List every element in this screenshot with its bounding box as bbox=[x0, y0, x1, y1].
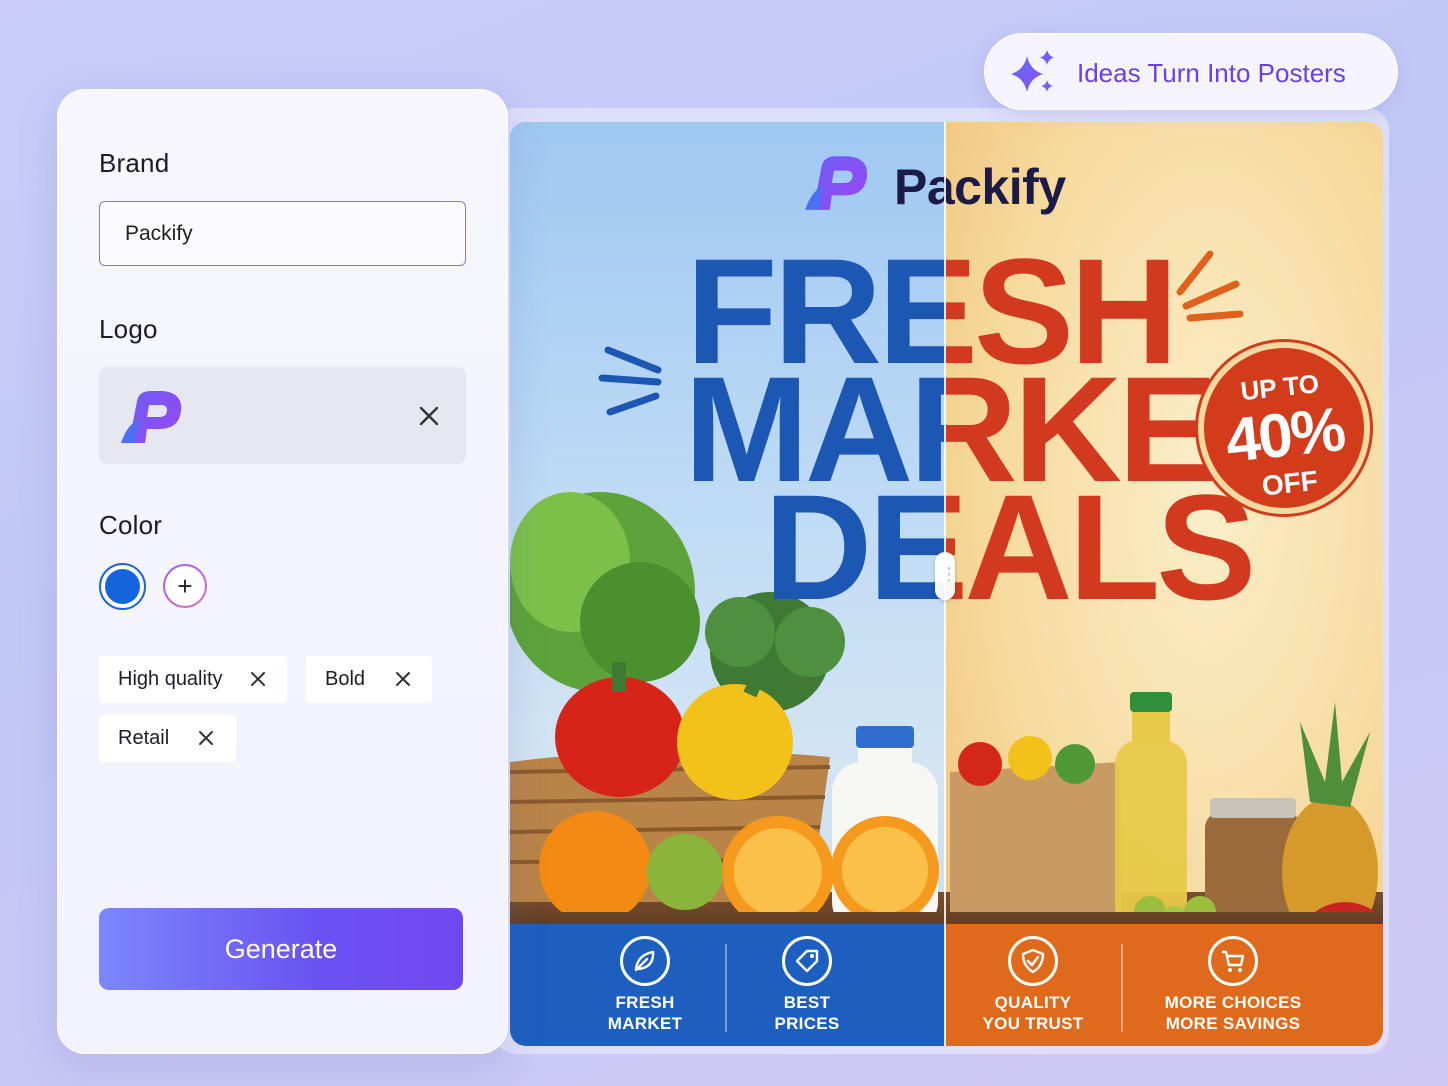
feature-line-2: MARKET bbox=[607, 1014, 683, 1033]
footer-divider bbox=[725, 944, 727, 1032]
tag-label: Retail bbox=[118, 727, 170, 749]
logo-label: Logo bbox=[99, 314, 158, 344]
remove-logo-icon[interactable] bbox=[414, 401, 444, 431]
poster-footer-orange: QUALITY YOU TRUST MORE CHOICES MORE SAVI… bbox=[945, 924, 1383, 1046]
remove-tag-icon[interactable] bbox=[249, 670, 267, 688]
poster-footer-blue: FRESH MARKET BEST PRICES bbox=[510, 924, 945, 1046]
shield-check-icon bbox=[1008, 936, 1058, 986]
poster-settings-panel: Brand Logo Color + High quality Bold Ret… bbox=[57, 89, 508, 1054]
feature-best-prices: BEST PRICES bbox=[742, 924, 872, 1046]
feature-more-choices: MORE CHOICES MORE SAVINGS bbox=[1135, 924, 1331, 1046]
headline-right: FRESH MARKET DEALS bbox=[945, 122, 1383, 1046]
generate-button[interactable]: Generate bbox=[99, 908, 463, 990]
plus-icon: + bbox=[165, 566, 205, 606]
comparison-slider-handle[interactable] bbox=[935, 552, 958, 600]
tag-chip: Retail bbox=[99, 715, 236, 762]
feature-line-1: MORE CHOICES bbox=[1164, 993, 1302, 1012]
add-color-button[interactable]: + bbox=[163, 564, 207, 608]
tagline-badge: Ideas Turn Into Posters bbox=[984, 33, 1398, 110]
headline-line-3: DEALS bbox=[764, 463, 945, 631]
tag-chip: Bold bbox=[306, 656, 432, 703]
remove-tag-icon[interactable] bbox=[394, 670, 412, 688]
cart-icon bbox=[1208, 936, 1258, 986]
headline-left: FRESH MARKET DEALS bbox=[510, 122, 945, 1046]
color-swatch-blue[interactable] bbox=[99, 563, 146, 610]
poster-comparison-preview: Packify FRESH MARKET DEALS FRESH MARKET … bbox=[510, 122, 1383, 1046]
tag-label: High quality bbox=[118, 668, 223, 690]
feature-quality: QUALITY YOU TRUST bbox=[955, 924, 1111, 1046]
headline-line-3: DEALS bbox=[945, 463, 1256, 631]
footer-divider bbox=[1121, 944, 1123, 1032]
remove-tag-icon[interactable] bbox=[197, 729, 215, 747]
logo-upload[interactable] bbox=[99, 367, 466, 464]
price-tag-icon bbox=[782, 936, 832, 986]
packify-logo-icon bbox=[121, 391, 182, 443]
feature-line-1: QUALITY bbox=[994, 993, 1072, 1012]
sparkles-icon bbox=[1011, 50, 1054, 92]
feature-line-1: BEST bbox=[783, 993, 831, 1012]
tag-label: Bold bbox=[325, 668, 366, 690]
feature-line-2: MORE SAVINGS bbox=[1165, 1014, 1301, 1033]
color-label: Color bbox=[99, 510, 163, 540]
feature-line-2: YOU TRUST bbox=[982, 1014, 1084, 1033]
feature-line-1: FRESH bbox=[615, 993, 675, 1012]
brand-input[interactable] bbox=[99, 201, 466, 266]
tag-chip: High quality bbox=[99, 656, 287, 703]
feature-fresh-market: FRESH MARKET bbox=[580, 924, 710, 1046]
brand-label: Brand bbox=[99, 148, 170, 178]
feature-line-2: PRICES bbox=[774, 1014, 840, 1033]
tagline-text: Ideas Turn Into Posters bbox=[1077, 58, 1346, 88]
leaf-icon bbox=[620, 936, 670, 986]
